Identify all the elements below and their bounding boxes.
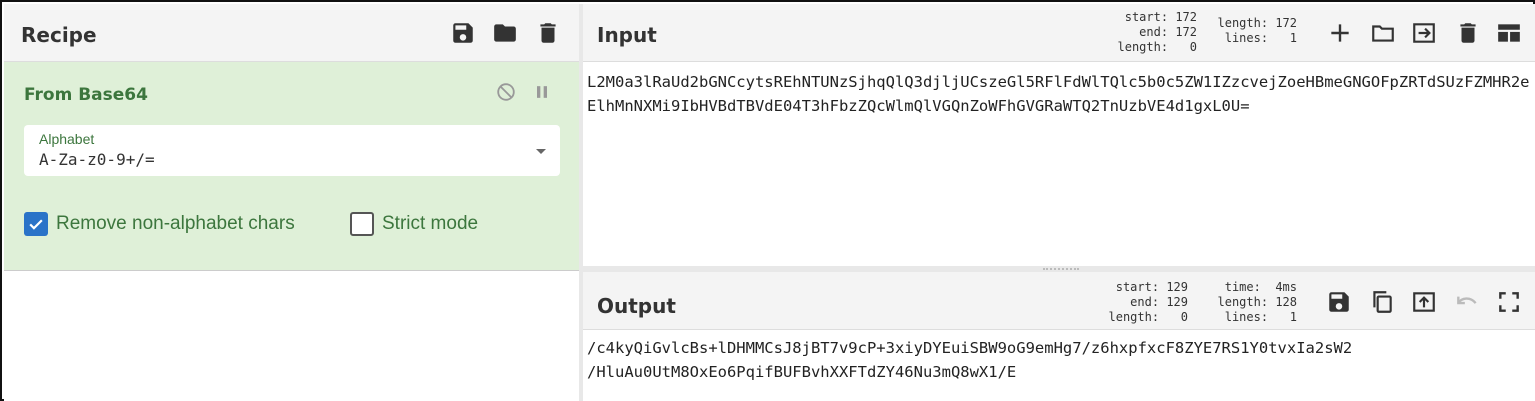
selection-length-value: 0 [1189, 40, 1197, 54]
pause-icon [537, 86, 547, 98]
output-title: Output [597, 294, 676, 318]
recipe-panel: Recipe From Base64 Alphabet A-Za-z0-9+/= [4, 4, 579, 401]
end-label: end: [1139, 25, 1169, 39]
save-icon [1329, 292, 1349, 312]
input-arrow-icon [1413, 23, 1435, 43]
end-value: 172 [1175, 25, 1197, 39]
fullscreen-icon [1499, 292, 1519, 312]
disable-icon [497, 83, 515, 101]
replace-input-button[interactable] [1410, 288, 1438, 316]
length-value: 128 [1275, 295, 1297, 309]
output-panel: Output start: 129 end: 129 length: 0 tim… [583, 272, 1535, 401]
trash-icon [540, 23, 556, 43]
output-selection-stats: start: 129 end: 129 length: 0 [1102, 280, 1189, 325]
selection-length-value: 0 [1180, 310, 1188, 324]
alphabet-value[interactable]: A-Za-z0-9+/= [39, 150, 155, 169]
move-to-input-icon [1413, 292, 1435, 312]
undo-icon [1457, 296, 1477, 305]
start-value: 129 [1166, 280, 1188, 294]
maximise-output-button[interactable] [1495, 288, 1523, 316]
undo-button[interactable] [1453, 288, 1481, 316]
start-label: start: [1115, 280, 1160, 294]
save-recipe-button[interactable] [449, 19, 477, 47]
remove-non-alphabet-label: Remove non-alphabet chars [56, 213, 295, 234]
checkbox-unchecked[interactable] [350, 212, 374, 236]
open-file-button[interactable] [1369, 19, 1397, 47]
add-input-tab-button[interactable] [1326, 19, 1354, 47]
resize-grip[interactable] [1043, 268, 1079, 270]
chevron-down-icon[interactable] [536, 149, 546, 154]
output-header: Output start: 129 end: 129 length: 0 tim… [583, 272, 1535, 330]
input-length-stats: length: 172 lines: 1 [1211, 16, 1298, 46]
operation-name: From Base64 [24, 85, 148, 105]
length-label: length: [1217, 16, 1269, 30]
end-label: end: [1130, 295, 1160, 309]
output-textarea[interactable]: /c4kyQiGvlcBs+lDHMMCsJ8jBT7v9cP+3xiyDYEu… [587, 336, 1531, 384]
selection-length-label: length: [1117, 40, 1169, 54]
output-length-stats: time: 4ms length: 128 lines: 1 [1209, 280, 1298, 325]
disable-operation-button[interactable] [494, 80, 518, 104]
save-output-button[interactable] [1325, 288, 1353, 316]
lines-label: lines: [1224, 310, 1269, 324]
reset-layout-button[interactable] [1495, 19, 1523, 47]
time-label: time: [1224, 280, 1261, 294]
alphabet-select[interactable]: Alphabet A-Za-z0-9+/= [24, 125, 560, 176]
clear-input-button[interactable] [1454, 19, 1482, 47]
copy-icon [1373, 291, 1392, 313]
app-frame: Recipe From Base64 Alphabet A-Za-z0-9+/= [0, 0, 1535, 401]
input-selection-stats: start: 172 end: 172 length: 0 [1111, 10, 1198, 55]
length-label: length: [1217, 295, 1269, 309]
selection-length-label: length: [1108, 310, 1160, 324]
input-header: Input start: 172 end: 172 length: 0 leng… [583, 4, 1535, 62]
lines-label: lines: [1224, 31, 1269, 45]
input-panel: Input start: 172 end: 172 length: 0 leng… [583, 4, 1535, 266]
lines-value: 1 [1289, 310, 1297, 324]
recipe-title: Recipe [21, 23, 97, 47]
clear-recipe-button[interactable] [534, 19, 562, 47]
length-value: 172 [1275, 16, 1297, 30]
recipe-header: Recipe [4, 4, 579, 62]
trash-icon [1460, 23, 1476, 43]
time-value: 4ms [1275, 280, 1297, 294]
strict-mode-checkbox[interactable]: Strict mode [350, 212, 478, 236]
breakpoint-button[interactable] [530, 80, 554, 104]
input-title: Input [597, 23, 657, 47]
folder-open-icon [1372, 25, 1394, 42]
copy-output-button[interactable] [1368, 288, 1396, 316]
save-icon [453, 23, 473, 43]
load-recipe-button[interactable] [491, 19, 519, 47]
input-textarea[interactable]: L2M0a3lRaUd2bGNCcytsREhNTUNzSjhqQlQ3djlj… [587, 70, 1531, 118]
checkbox-checked[interactable] [24, 212, 48, 236]
end-value: 129 [1166, 295, 1188, 309]
strict-mode-label: Strict mode [382, 213, 479, 234]
alphabet-label: Alphabet [39, 131, 95, 147]
start-value: 172 [1175, 10, 1197, 24]
layout-icon [1498, 24, 1520, 42]
plus-icon [1331, 24, 1349, 42]
open-folder-button[interactable] [1410, 19, 1438, 47]
folder-icon [494, 24, 516, 42]
start-label: start: [1124, 10, 1169, 24]
operation-from-base64[interactable]: From Base64 Alphabet A-Za-z0-9+/= Remove… [4, 62, 579, 271]
checkmark-icon [29, 219, 43, 230]
remove-non-alphabet-checkbox[interactable]: Remove non-alphabet chars [24, 212, 295, 236]
lines-value: 1 [1289, 31, 1297, 45]
